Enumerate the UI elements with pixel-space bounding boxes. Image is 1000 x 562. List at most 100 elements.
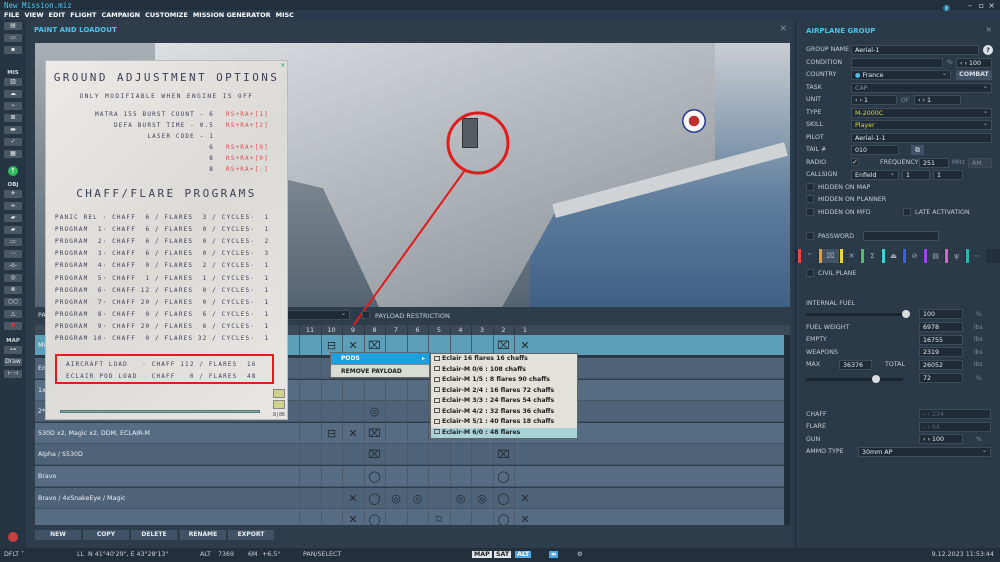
table-row[interactable]: Bravo / 4xSnakeEye / Magic ✕ ◯ ◎ ◎ ◎ ◎ ◯ ✕ [35,487,790,509]
station-cell[interactable] [299,444,320,466]
hidden-on-planner-checkbox[interactable] [806,195,814,203]
station-cell[interactable] [385,466,406,487]
station-cell[interactable] [320,466,342,487]
flare-stepper[interactable]: ‹ › 64 [919,422,991,432]
table-row[interactable]: Alpha / S530D ⌧ ⌧ [35,444,790,466]
pod-menu-item[interactable]: Eclair-M 4/2 : 32 flares 36 chaffs [431,407,577,418]
layer-dropdown[interactable]: DFLT ˅ [4,551,24,558]
hidden-on-map-checkbox[interactable] [806,183,814,191]
station-cell[interactable] [299,401,320,423]
station-cell[interactable] [514,466,535,487]
datalink-tab-icon[interactable]: ψ [945,249,965,263]
copy-tail-icon[interactable]: ⧉ [911,145,924,155]
station-cell[interactable] [299,358,320,379]
country-dropdown[interactable]: ● France [851,70,951,80]
close-group-panel-button[interactable]: × [985,25,992,34]
station-cell[interactable] [385,509,406,525]
pod-menu-item[interactable]: Eclair-M 0/6 : 108 chaffs [431,365,577,376]
station-cell[interactable] [471,444,492,466]
station-cell[interactable] [299,335,320,356]
station-cell[interactable]: ✕ [342,509,363,525]
station-cell[interactable] [406,444,428,466]
pod-menu-item[interactable]: Eclair-M 5/1 : 40 flares 18 chaffs [431,417,577,428]
station-cell[interactable] [428,444,449,466]
tail-input[interactable]: 010 [851,145,899,155]
export-button[interactable]: EXPORT [228,530,274,540]
station-cell[interactable] [342,401,363,423]
station-cell[interactable] [320,401,342,423]
type-dropdown[interactable]: M-2000C [851,108,992,118]
station-cell[interactable]: ◯ [492,466,514,487]
load-slider-knob[interactable] [871,375,880,383]
station-cell[interactable] [342,444,363,466]
unit-stepper[interactable]: ‹ › 1 [851,95,897,105]
callsign-dropdown[interactable]: Enfield [851,170,899,180]
group-name-input[interactable]: Aerial-1 [851,45,979,55]
station-cell[interactable] [428,466,449,487]
callsign-number-2[interactable]: 1 [933,170,963,180]
kneeboard-close-icon[interactable]: ✕ [52,61,287,69]
triggered-actions-tab-icon[interactable]: ⌧ [819,249,839,263]
station-cell[interactable]: ◎ [471,487,492,509]
station-cell[interactable] [406,422,428,444]
kneeboard-down-button[interactable] [273,400,285,409]
unit-count-stepper[interactable]: ‹ › 1 [914,95,961,105]
settings-icon[interactable]: ⚙ [577,551,583,558]
station-cell[interactable]: ⌧ [492,444,514,466]
station-cell[interactable]: ✕ [342,487,363,509]
load-slider[interactable] [806,375,903,383]
ground-options-tab-icon[interactable]: ⏏ [882,249,902,263]
internal-fuel-slider[interactable] [806,310,910,318]
map-button[interactable]: MAP [472,551,492,558]
condition-input[interactable] [851,58,943,68]
copy-button[interactable]: COPY [83,530,129,540]
station-cell[interactable]: ✕ [514,509,535,525]
station-cell[interactable]: ⌧ [363,444,385,466]
password-checkbox[interactable] [806,232,814,240]
station-cell[interactable] [428,487,449,509]
pod-menu-item[interactable]: Eclair-M 6/0 : 48 flares [431,427,577,438]
station-cell[interactable] [385,444,406,466]
internal-fuel-input[interactable]: 100 [919,309,963,319]
station-cell[interactable] [406,401,428,423]
menu-item-remove-payload[interactable]: REMOVE PAYLOAD [331,364,429,377]
late-activation-checkbox[interactable] [903,208,911,216]
station-cell[interactable] [514,444,535,466]
station-cell[interactable] [385,422,406,444]
route-tab-icon[interactable]: ⌃ [798,249,818,263]
station-cell[interactable]: ⌧ [363,422,385,444]
failures-tab-icon[interactable]: ⊘ [903,249,923,263]
pod-menu-item[interactable]: Eclair-M 3/3 : 24 flares 54 chaffs [431,396,577,407]
station-cell[interactable] [471,466,492,487]
station-cell[interactable]: ✕ [342,422,363,444]
station-cell[interactable]: ◯ [363,466,385,487]
delete-button[interactable]: DELETE [131,530,177,540]
pod-menu-item[interactable]: Eclair-M 1/5 : 8 flares 90 chaffs [431,375,577,386]
kneeboard-up-button[interactable] [273,389,285,398]
station-cell[interactable] [385,401,406,423]
table-row[interactable]: 530D x2, Magic x2, DDM, ECLAIR-M⊟✕⌧⌧✕ [35,422,790,444]
sat-button[interactable]: SAT [494,551,512,558]
station-cell[interactable] [299,509,320,525]
station-cell[interactable]: ⌑ [428,509,449,525]
station-cell[interactable] [449,509,471,525]
station-cell[interactable] [320,509,342,525]
pilot-input[interactable]: Aerial-1-1 [851,133,992,143]
station-cell[interactable]: ⊟ [320,422,342,444]
payload-dropdown[interactable] [285,310,350,320]
station-cell[interactable] [299,466,320,487]
station-cell[interactable] [471,509,492,525]
modulation-dropdown[interactable]: AM [968,158,992,168]
task-dropdown[interactable]: CAP [851,83,992,93]
station-cell[interactable] [320,379,342,401]
payload-tab-icon[interactable]: ✕ [840,249,860,263]
advanced-tab-icon[interactable]: ▤ [924,249,944,263]
combat-button[interactable]: COMBAT [956,70,992,80]
station-cell[interactable] [299,379,320,401]
condition-value[interactable]: ‹ › 100 [956,58,992,68]
payload-scrollbar[interactable] [784,335,790,525]
station-cell[interactable] [342,379,363,401]
station-cell[interactable] [385,379,406,401]
civil-plane-checkbox[interactable] [806,269,814,277]
station-cell[interactable]: ◎ [385,487,406,509]
